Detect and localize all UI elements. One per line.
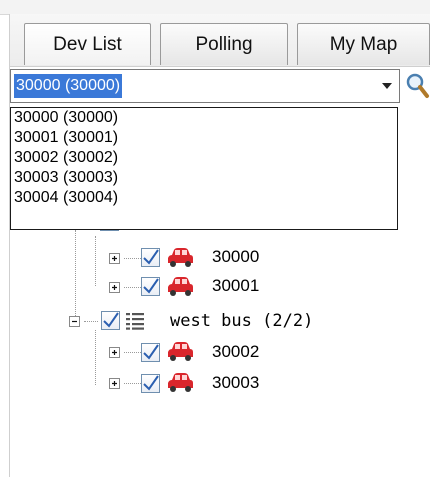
device-label[interactable]: 30002 [212, 341, 259, 363]
tree-connector [124, 287, 141, 288]
dropdown-option[interactable]: 30004 (30004) [11, 188, 397, 208]
tree-connector [95, 330, 96, 385]
dropdown-option[interactable]: 30000 (30000) [11, 108, 397, 128]
tree-connector [84, 321, 98, 322]
collapse-icon[interactable] [69, 316, 80, 327]
car-icon [168, 373, 193, 392]
dropdown-option[interactable]: 30003 (30003) [11, 168, 397, 188]
device-label[interactable]: 30003 [212, 372, 259, 394]
search-icon[interactable] [403, 71, 430, 101]
expand-icon[interactable] [109, 378, 120, 389]
tree-connector [75, 230, 76, 320]
device-select-value: 30000 (30000) [14, 74, 123, 98]
expand-icon[interactable] [109, 282, 120, 293]
car-icon [168, 277, 193, 296]
list-icon [126, 313, 144, 330]
group-name: west bus [170, 311, 252, 331]
chevron-down-icon[interactable] [381, 80, 393, 92]
group-label[interactable]: west bus (2/2) [170, 310, 313, 332]
device-select[interactable]: 30000 (30000) [10, 69, 400, 103]
device-label[interactable]: 30000 [212, 246, 259, 268]
top-strip [0, 0, 430, 15]
device-checkbox[interactable] [141, 248, 160, 267]
tab-polling[interactable]: Polling [160, 23, 288, 65]
dropdown-option[interactable]: 30001 (30001) [11, 128, 397, 148]
car-icon [168, 248, 193, 267]
expand-icon[interactable] [109, 347, 120, 358]
expand-icon[interactable] [109, 253, 120, 264]
dropdown-option[interactable]: 30002 (30002) [11, 148, 397, 168]
device-label[interactable]: 30001 [212, 275, 259, 297]
tree-connector [124, 383, 141, 384]
device-checkbox[interactable] [141, 374, 160, 393]
device-checkbox[interactable] [141, 277, 160, 296]
tree-connector [124, 258, 141, 259]
car-icon [168, 342, 193, 361]
tab-dev-list[interactable]: Dev List [24, 23, 151, 65]
device-dropdown-list[interactable]: 30000 (30000) 30001 (30001) 30002 (30002… [10, 107, 398, 230]
tab-my-map[interactable]: My Map [297, 23, 430, 65]
group-checkbox[interactable] [101, 311, 120, 330]
device-checkbox[interactable] [141, 343, 160, 362]
tree-connector [124, 352, 141, 353]
tree-connector [95, 236, 96, 286]
group-count: (2/2) [262, 311, 314, 331]
